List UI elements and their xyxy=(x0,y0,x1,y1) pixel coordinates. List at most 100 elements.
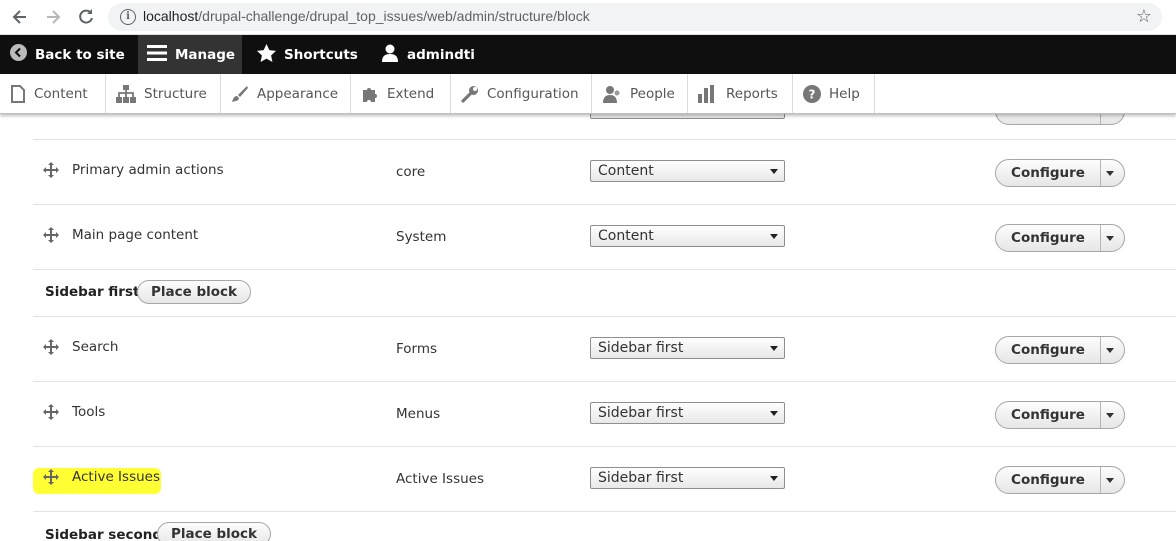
tray-item-appearance[interactable]: Appearance xyxy=(221,74,351,113)
configure-button[interactable]: Configure xyxy=(996,467,1101,493)
region-select-value: Sidebar first xyxy=(598,470,684,486)
svg-text:?: ? xyxy=(809,87,816,101)
region-select[interactable]: Sidebar first xyxy=(590,467,785,489)
tray-label-extend: Extend xyxy=(387,85,435,102)
drag-handle-icon[interactable] xyxy=(43,227,59,243)
chevron-down-icon[interactable] xyxy=(1106,236,1114,241)
region-title: Sidebar second xyxy=(45,527,163,541)
region-select-value: Content xyxy=(598,163,654,179)
configure-button[interactable]: Configure xyxy=(996,337,1101,363)
region-select-value: Sidebar first xyxy=(598,340,684,356)
back-to-site-label: Back to site xyxy=(35,46,125,63)
region-select[interactable]: Content xyxy=(590,225,785,247)
people-icon xyxy=(603,85,620,103)
configure-button[interactable]: Configure xyxy=(996,160,1101,186)
tray-item-configuration[interactable]: Configuration xyxy=(451,74,592,113)
sitemap-icon xyxy=(116,84,136,103)
block-name: Primary admin actions xyxy=(72,162,224,178)
configure-button[interactable]: Configure xyxy=(996,402,1101,428)
tray-item-extend[interactable]: Extend xyxy=(351,74,451,113)
configure-button-group[interactable]: Configure xyxy=(995,401,1125,429)
table-row: Primary admin actions core Content Confi… xyxy=(33,140,1176,205)
select-caret-icon xyxy=(770,346,778,351)
block-name: Search xyxy=(72,339,119,355)
user-icon xyxy=(381,44,399,66)
block-name: Main page content xyxy=(72,227,199,243)
help-icon: ? xyxy=(803,84,821,103)
back-arrow-icon[interactable] xyxy=(10,7,30,27)
region-header-row: Sidebar first Place block xyxy=(33,270,1176,317)
region-header-row: Sidebar second Place block xyxy=(33,512,1176,541)
chevron-down-icon[interactable] xyxy=(1106,413,1114,418)
reload-icon[interactable] xyxy=(76,7,96,27)
url-text[interactable]: localhost/drupal-challenge/drupal_top_is… xyxy=(143,8,590,24)
place-block-button[interactable]: Place block xyxy=(137,280,252,304)
user-tab[interactable]: admindti xyxy=(381,35,475,74)
block-category: core xyxy=(396,164,426,180)
address-bar[interactable]: i localhost/drupal-challenge/drupal_top_… xyxy=(108,3,1162,31)
tray-label-structure: Structure xyxy=(144,85,207,102)
region-select-value: Content xyxy=(598,228,654,244)
tray-label-appearance: Appearance xyxy=(257,85,339,102)
region-select[interactable]: Sidebar first xyxy=(590,337,785,359)
tray-item-reports[interactable]: Reports xyxy=(688,74,793,113)
bar-chart-icon xyxy=(698,84,714,103)
select-caret-icon xyxy=(770,411,778,416)
manage-label: Manage xyxy=(175,46,236,63)
file-icon xyxy=(11,84,25,103)
drag-handle-icon[interactable] xyxy=(43,469,59,485)
browser-bar: i localhost/drupal-challenge/drupal_top_… xyxy=(0,0,1176,35)
block-name: Tools xyxy=(72,404,106,420)
region-title: Sidebar first xyxy=(45,284,140,300)
region-select[interactable]: Content xyxy=(590,160,785,182)
configure-button-group[interactable]: Configure xyxy=(995,336,1125,364)
configure-button-group[interactable]: Configure xyxy=(995,466,1125,494)
paintbrush-icon xyxy=(232,85,248,102)
drag-handle-icon[interactable] xyxy=(43,339,59,355)
table-row: Active Issues Active Issues Sidebar firs… xyxy=(33,447,1176,512)
manage-tab[interactable]: Manage xyxy=(138,35,242,74)
select-caret-icon xyxy=(770,476,778,481)
drag-handle-icon[interactable] xyxy=(43,162,59,178)
chevron-down-icon[interactable] xyxy=(1106,171,1114,176)
shortcuts-tab[interactable]: Shortcuts xyxy=(257,35,358,74)
bookmark-star-icon[interactable]: ☆ xyxy=(1136,6,1152,27)
tray-item-structure[interactable]: Structure xyxy=(106,74,221,113)
region-select[interactable]: Sidebar first xyxy=(590,402,785,424)
configure-button[interactable]: Configure xyxy=(996,225,1101,251)
back-circle-icon xyxy=(10,44,27,65)
block-category: Forms xyxy=(396,341,438,357)
configure-button[interactable] xyxy=(996,113,1101,124)
forward-arrow-icon[interactable] xyxy=(43,7,63,27)
table-row: Main page content System Content Configu… xyxy=(33,205,1176,270)
configure-button-group[interactable]: Configure xyxy=(995,159,1125,187)
tray-item-help[interactable]: ? Help xyxy=(793,74,875,113)
info-icon[interactable]: i xyxy=(120,9,136,25)
hamburger-icon xyxy=(147,44,167,66)
tray-label-reports: Reports xyxy=(726,85,778,102)
table-row xyxy=(33,113,1176,140)
drag-handle-icon[interactable] xyxy=(43,404,59,420)
puzzle-icon xyxy=(363,87,377,102)
place-block-button[interactable]: Place block xyxy=(157,522,272,541)
configure-button-group[interactable] xyxy=(995,113,1125,125)
block-layout-table: Primary admin actions core Content Confi… xyxy=(0,113,1176,541)
tray-label-content: Content xyxy=(34,85,88,102)
tray-item-content[interactable]: Content xyxy=(0,74,106,113)
select-caret-icon xyxy=(770,169,778,174)
chevron-down-icon[interactable] xyxy=(1106,348,1114,353)
chevron-down-icon[interactable] xyxy=(1106,478,1114,483)
block-category: Active Issues xyxy=(396,471,484,487)
configure-button-group[interactable]: Configure xyxy=(995,224,1125,252)
tray-label-people: People xyxy=(630,85,675,102)
block-category: Menus xyxy=(396,406,441,422)
back-to-site-link[interactable]: Back to site xyxy=(0,35,136,74)
table-row: Tools Menus Sidebar first Configure xyxy=(33,382,1176,447)
tray-item-people[interactable]: People xyxy=(592,74,688,113)
table-row: Search Forms Sidebar first Configure xyxy=(33,317,1176,382)
user-label: admindti xyxy=(407,46,475,63)
block-category: System xyxy=(396,229,447,245)
region-select-value: Sidebar first xyxy=(598,405,684,421)
admin-tray: Content Structure Appearance Extend Conf… xyxy=(0,74,1176,114)
tray-label-configuration: Configuration xyxy=(487,85,579,102)
